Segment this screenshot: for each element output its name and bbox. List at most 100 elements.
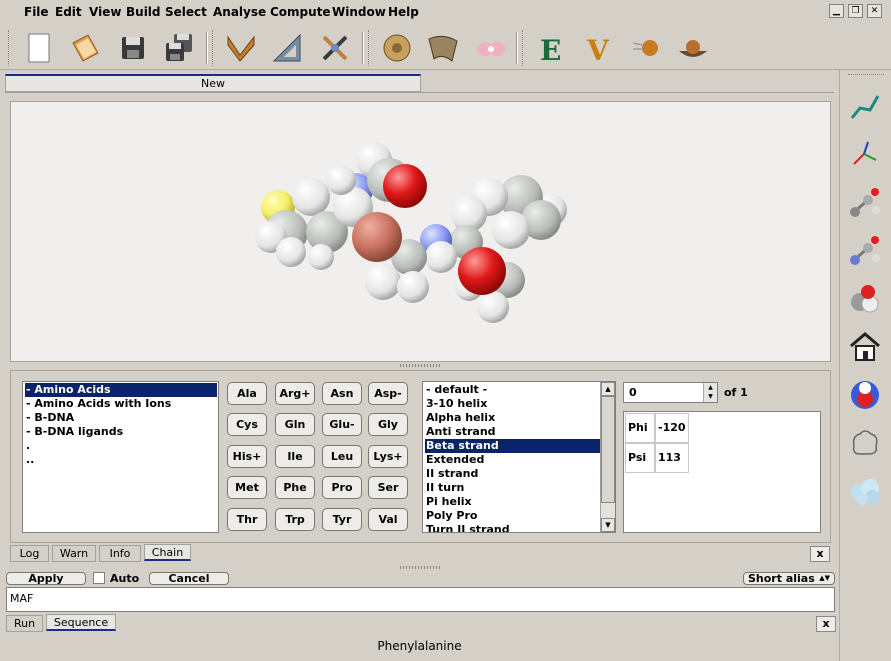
view-splitter[interactable] xyxy=(400,364,440,367)
ball-stick-icon[interactable] xyxy=(846,184,884,222)
conformation-list[interactable]: - default - 3-10 helix Alpha helix Anti … xyxy=(422,381,616,533)
list-item[interactable]: II turn xyxy=(425,481,464,495)
menu-select[interactable]: Select xyxy=(165,5,207,19)
cloud-surface-icon[interactable] xyxy=(846,472,884,510)
menu-window[interactable]: Window xyxy=(332,5,386,19)
list-item[interactable]: . xyxy=(25,439,30,453)
outline-surface-icon[interactable] xyxy=(846,424,884,462)
amino-button-ile[interactable]: Ile xyxy=(275,445,315,468)
tab-warn[interactable]: Warn xyxy=(52,545,96,562)
wireframe-stick-icon[interactable] xyxy=(846,88,884,126)
list-item[interactable]: Poly Pro xyxy=(425,509,477,523)
ribbon-shell-icon[interactable] xyxy=(426,31,460,65)
list-item[interactable]: Extended xyxy=(425,453,484,467)
potential-V-icon[interactable]: V xyxy=(582,31,616,65)
tab-run[interactable]: Run xyxy=(6,615,43,632)
restore-button[interactable]: ❐ xyxy=(848,4,863,18)
amino-button-glu[interactable]: Glu- xyxy=(322,413,362,436)
list-item[interactable]: - Amino Acids xyxy=(25,383,217,397)
menu-help[interactable]: Help xyxy=(388,5,419,19)
energy-E-icon[interactable]: E xyxy=(532,31,566,65)
build-angle-icon[interactable] xyxy=(224,31,258,65)
amino-set-list[interactable]: - Amino Acids - Amino Acids with Ions - … xyxy=(22,381,219,533)
list-item[interactable]: II strand xyxy=(425,467,478,481)
amino-button-gly[interactable]: Gly xyxy=(368,413,408,436)
surface-spheres-icon[interactable] xyxy=(846,376,884,414)
spin-arrows[interactable]: ▲ ▼ xyxy=(703,383,717,402)
triangle-set-icon[interactable] xyxy=(270,31,304,65)
sequence-input[interactable]: MAF xyxy=(6,587,835,612)
alias-select[interactable]: Short alias ▲▼ xyxy=(743,572,835,585)
amino-button-met[interactable]: Met xyxy=(227,476,267,499)
list-item[interactable]: Alpha helix xyxy=(425,411,495,425)
dish-icon[interactable] xyxy=(676,31,710,65)
amino-button-val[interactable]: Val xyxy=(368,508,408,531)
orbitals-icon[interactable] xyxy=(474,31,508,65)
open-book-icon[interactable] xyxy=(68,31,102,65)
apply-button[interactable]: Apply xyxy=(6,572,86,585)
ball-stick-blue-icon[interactable] xyxy=(846,232,884,270)
list-item[interactable]: - Amino Acids with Ions xyxy=(25,397,171,411)
list-item[interactable]: - B-DNA ligands xyxy=(25,425,123,439)
close-panel-button[interactable]: x xyxy=(810,546,830,562)
close-window-button[interactable]: ✕ xyxy=(867,4,882,18)
tab-sequence[interactable]: Sequence xyxy=(46,614,116,631)
panel-splitter[interactable] xyxy=(400,566,440,569)
scroll-thumb[interactable] xyxy=(601,396,615,503)
spacefill-atoms-icon[interactable] xyxy=(846,280,884,318)
molecule-cross-icon[interactable] xyxy=(318,31,352,65)
menu-edit[interactable]: Edit xyxy=(55,5,82,19)
close-sequence-button[interactable]: x xyxy=(816,616,836,632)
save-all-icon[interactable] xyxy=(162,31,196,65)
amino-button-ala[interactable]: Ala xyxy=(227,382,267,405)
amino-button-gln[interactable]: Gln xyxy=(275,413,315,436)
home-view-icon[interactable] xyxy=(846,328,884,366)
menu-view[interactable]: View xyxy=(89,5,121,19)
scroll-up-button[interactable]: ▲ xyxy=(601,382,615,396)
tab-info[interactable]: Info xyxy=(99,545,141,562)
menu-build[interactable]: Build xyxy=(126,5,161,19)
amino-button-thr[interactable]: Thr xyxy=(227,508,267,531)
list-item[interactable]: Pi helix xyxy=(425,495,472,509)
torus-icon[interactable] xyxy=(380,31,414,65)
list-item[interactable]: Beta strand xyxy=(425,439,600,453)
amino-button-asn[interactable]: Asn xyxy=(322,382,362,405)
angle-value[interactable]: -120 xyxy=(655,413,689,443)
molecule-viewport[interactable] xyxy=(10,101,831,362)
menu-analyse[interactable]: Analyse xyxy=(213,5,266,19)
tab-new[interactable]: New xyxy=(5,74,421,92)
minimize-button[interactable]: ▁ xyxy=(829,4,844,18)
spin-up-icon[interactable]: ▲ xyxy=(704,383,717,392)
amino-button-leu[interactable]: Leu xyxy=(322,445,362,468)
toolbar-grip[interactable] xyxy=(8,30,11,66)
toolbar-grip[interactable] xyxy=(848,74,884,77)
scroll-down-button[interactable]: ▼ xyxy=(601,518,615,532)
conformer-spinbox[interactable]: 0 ▲ ▼ xyxy=(623,382,718,403)
amino-button-cys[interactable]: Cys xyxy=(227,413,267,436)
auto-checkbox[interactable] xyxy=(93,572,105,584)
amino-button-his[interactable]: His+ xyxy=(227,445,267,468)
cancel-button[interactable]: Cancel xyxy=(149,572,229,585)
toolbar-grip[interactable] xyxy=(522,30,525,66)
amino-button-pro[interactable]: Pro xyxy=(322,476,362,499)
menu-file[interactable]: File xyxy=(24,5,49,19)
list-item[interactable]: Turn II strand xyxy=(425,523,510,532)
amino-button-tyr[interactable]: Tyr xyxy=(322,508,362,531)
amino-button-ser[interactable]: Ser xyxy=(368,476,408,499)
amino-button-asp[interactable]: Asp- xyxy=(368,382,408,405)
angle-value[interactable]: 113 xyxy=(655,443,689,473)
amino-button-lys[interactable]: Lys+ xyxy=(368,445,408,468)
menu-compute[interactable]: Compute xyxy=(270,5,331,19)
comet-icon[interactable] xyxy=(630,31,664,65)
new-document-icon[interactable] xyxy=(22,31,56,65)
amino-button-phe[interactable]: Phe xyxy=(275,476,315,499)
toolbar-grip[interactable] xyxy=(212,30,215,66)
conformation-scrollbar[interactable]: ▲ ▼ xyxy=(600,382,615,532)
tab-log[interactable]: Log xyxy=(10,545,49,562)
list-item[interactable]: .. xyxy=(25,453,34,467)
list-item[interactable]: - default - xyxy=(425,383,487,397)
axes-stick-icon[interactable] xyxy=(846,136,884,174)
amino-button-arg[interactable]: Arg+ xyxy=(275,382,315,405)
spin-down-icon[interactable]: ▼ xyxy=(704,392,717,401)
list-item[interactable]: - B-DNA xyxy=(25,411,74,425)
